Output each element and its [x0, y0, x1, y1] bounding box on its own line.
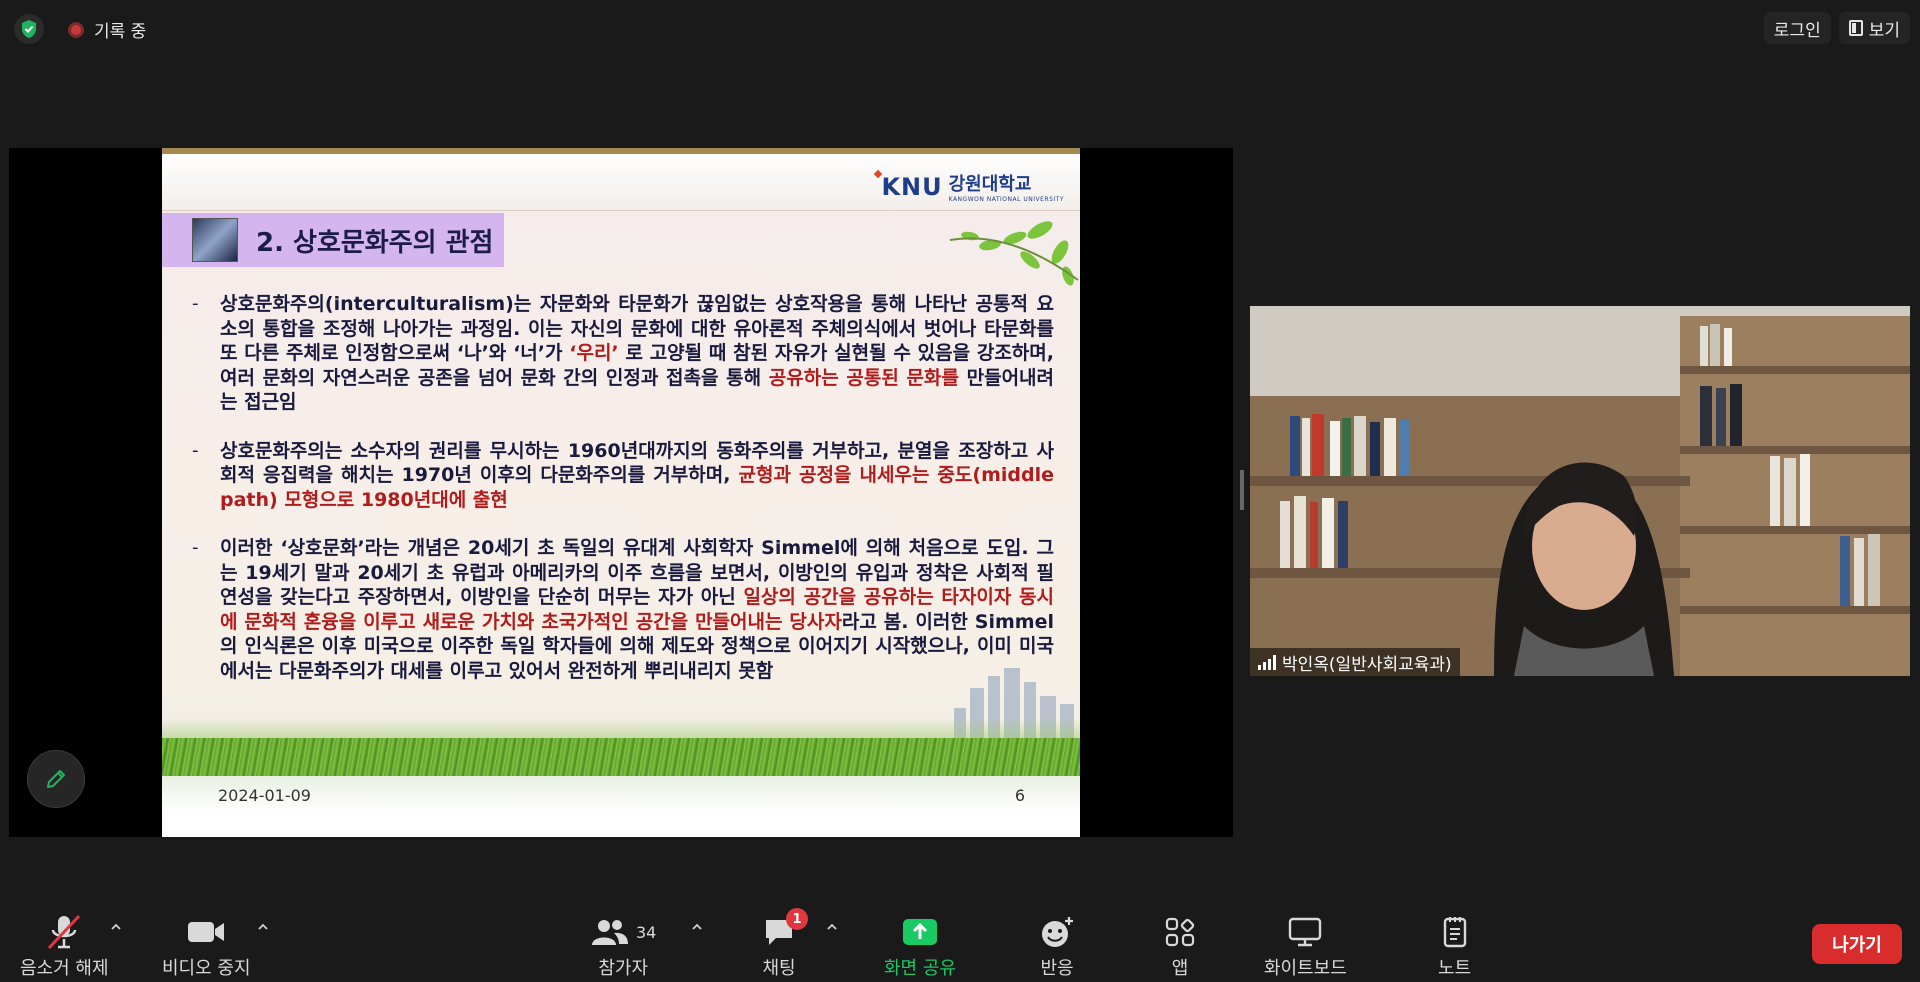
- share-screen-button[interactable]: 화면 공유: [884, 912, 956, 980]
- annotate-pen-button[interactable]: [27, 750, 85, 808]
- bullet-dash: -: [192, 293, 199, 314]
- whiteboard-icon: [1287, 912, 1323, 952]
- notes-icon: [1441, 912, 1469, 952]
- reactions-label: 반응: [1040, 958, 1074, 979]
- bullet-list: - 상호문화주의(interculturalism)는 자문화와 타문화가 끊임…: [192, 292, 1054, 707]
- participant-video[interactable]: 박인옥(일반사회교육과): [1250, 306, 1910, 676]
- logo-english-name: KANGWON NATIONAL UNIVERSITY: [948, 196, 1064, 203]
- bullet-item: - 상호문화주의는 소수자의 권리를 무시하는 1960년대까지의 동화주의를 …: [192, 439, 1054, 513]
- panel-resize-handle[interactable]: [1240, 470, 1244, 510]
- muted-microphone-icon: [45, 912, 83, 952]
- participant-nameplate: 박인옥(일반사회교육과): [1250, 648, 1460, 676]
- university-logo: KNU 강원대학교 KANGWON NATIONAL UNIVERSITY: [881, 170, 1064, 204]
- slide-title: 2. 상호문화주의 관점: [256, 227, 494, 258]
- title-thumbnail-image: [192, 218, 238, 262]
- participants-options-chevron-up-icon[interactable]: [692, 922, 702, 932]
- login-label: 로그인: [1773, 20, 1821, 41]
- bullet-dash: -: [192, 439, 199, 461]
- slide-page-number: 6: [1014, 786, 1025, 805]
- participants-count: 34: [636, 922, 657, 942]
- video-camera-icon: [186, 912, 226, 952]
- view-label: 보기: [1868, 20, 1900, 41]
- chat-icon-wrap: 1: [762, 908, 808, 952]
- whiteboard-label: 화이트보드: [1264, 958, 1347, 979]
- chat-options-chevron-up-icon[interactable]: [827, 922, 837, 932]
- participants-icon: [592, 920, 628, 945]
- chat-unread-badge: 1: [786, 908, 808, 930]
- whiteboard-button[interactable]: 화이트보드: [1264, 912, 1347, 980]
- view-button[interactable]: 보기: [1838, 12, 1910, 44]
- notes-button[interactable]: 노트: [1438, 912, 1471, 980]
- participant-name: 박인옥(일반사회교육과): [1282, 654, 1452, 675]
- participants-label: 참가자: [598, 958, 649, 979]
- bullet-text: 상호문화주의는 소수자의 권리를 무시하는 1960년대까지의 동화주의를 거부…: [220, 439, 1054, 513]
- bullet-dash: -: [192, 537, 199, 558]
- participants-icon-wrap: 34: [590, 912, 656, 952]
- stop-video-button[interactable]: 비디오 중지: [162, 912, 251, 980]
- apps-icon: [1164, 912, 1196, 952]
- bullet1-highlight-1: ‘우리’: [569, 342, 619, 364]
- participants-button[interactable]: 34 참가자: [590, 912, 656, 980]
- participant-person-image: [1494, 462, 1674, 676]
- presentation-slide: KNU 강원대학교 KANGWON NATIONAL UNIVERSITY 2.…: [162, 148, 1080, 837]
- logo-mark: KNU: [881, 172, 943, 201]
- share-screen-label: 화면 공유: [884, 958, 956, 979]
- stop-video-label: 비디오 중지: [162, 958, 251, 979]
- slide-title-bar: 2. 상호문화주의 관점: [162, 213, 504, 267]
- security-shield-icon[interactable]: [14, 14, 44, 44]
- apps-label: 앱: [1171, 958, 1189, 979]
- bullet-item: - 이러한 ‘상호문화’라는 개념은 20세기 초 독일의 유대계 사회학자 S…: [192, 536, 1054, 683]
- chat-button[interactable]: 1 채팅: [762, 908, 808, 980]
- leaves-decoration-icon: [949, 221, 1079, 286]
- bullet-item: - 상호문화주의(interculturalism)는 자문화와 타문화가 끊임…: [192, 292, 1054, 415]
- smiley-plus-icon: [1039, 912, 1075, 952]
- meeting-toolbar: 음소거 해제 비디오 중지 34 참가자 1 채팅 화면 공유 반응 앱 화이트…: [0, 900, 1920, 982]
- audio-options-chevron-up-icon[interactable]: [111, 922, 121, 932]
- slide-footer: 2024-01-09 6: [162, 776, 1080, 837]
- recording-dot-icon: [68, 21, 84, 38]
- unmute-label: 음소거 해제: [20, 958, 109, 979]
- shared-screen: KNU 강원대학교 KANGWON NATIONAL UNIVERSITY 2.…: [9, 148, 1233, 837]
- view-layout-icon: [1848, 20, 1863, 36]
- grass-decoration: [162, 738, 1080, 776]
- recording-indicator[interactable]: 기록 중: [68, 17, 146, 42]
- apps-button[interactable]: 앱: [1164, 912, 1196, 980]
- chat-label: 채팅: [762, 958, 796, 979]
- notes-label: 노트: [1438, 958, 1472, 979]
- bullet1-highlight-2: 공유하는 공통된 문화를: [768, 366, 959, 389]
- top-bar: 기록 중 로그인 보기: [0, 0, 1920, 56]
- signal-strength-icon: [1258, 654, 1276, 670]
- leave-meeting-button[interactable]: 나가기: [1812, 924, 1902, 964]
- login-button[interactable]: 로그인: [1763, 12, 1831, 44]
- slide-date: 2024-01-09: [218, 786, 311, 805]
- share-screen-icon: [901, 912, 939, 952]
- logo-korean-name: 강원대학교: [948, 174, 1032, 195]
- bullet-text: 이러한 ‘상호문화’라는 개념은 20세기 초 독일의 유대계 사회학자 Sim…: [220, 536, 1054, 683]
- slide-header: KNU 강원대학교 KANGWON NATIONAL UNIVERSITY: [162, 154, 1080, 211]
- reactions-button[interactable]: 반응: [1039, 912, 1075, 980]
- recording-label: 기록 중: [94, 22, 147, 42]
- pen-icon: [47, 770, 65, 788]
- unmute-button[interactable]: 음소거 해제: [20, 912, 109, 980]
- bullet-text: 상호문화주의(interculturalism)는 자문화와 타문화가 끊임없는…: [220, 292, 1054, 415]
- video-options-chevron-up-icon[interactable]: [258, 922, 268, 932]
